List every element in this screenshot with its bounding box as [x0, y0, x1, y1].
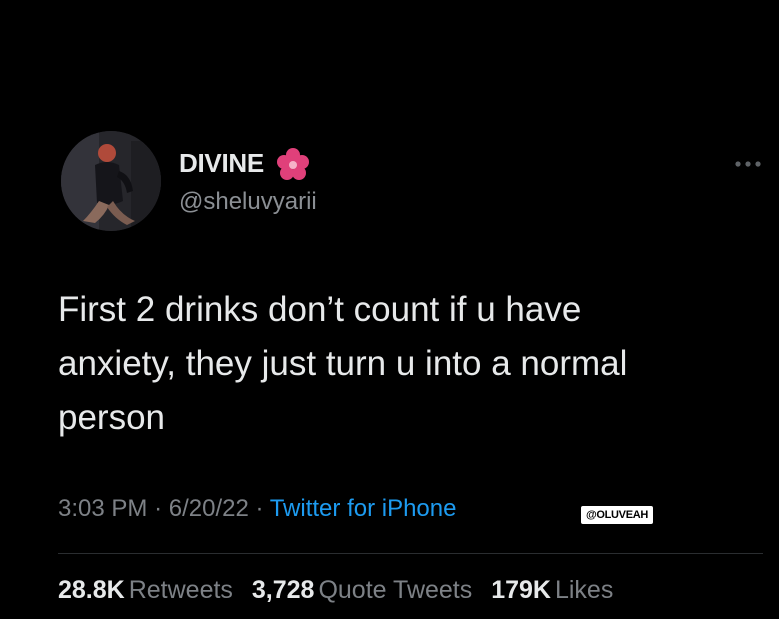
- avatar[interactable]: [61, 131, 161, 231]
- quote-tweets-stat[interactable]: 3,728 Quote Tweets: [252, 576, 472, 605]
- flower-icon: [277, 148, 309, 180]
- retweets-label: Retweets: [128, 576, 233, 604]
- more-icon[interactable]: [728, 152, 768, 176]
- likes-count: 179K: [491, 576, 551, 604]
- tweet-card: DIVINE @sheluvyarii First 2 drinks don’t…: [0, 0, 779, 619]
- author-display-name[interactable]: DIVINE: [179, 148, 264, 179]
- tweet-source-link[interactable]: Twitter for iPhone: [270, 495, 457, 522]
- author-handle[interactable]: @sheluvyarii: [179, 188, 317, 216]
- meta-separator: ·: [255, 495, 264, 522]
- tweet-stats: 28.8K Retweets 3,728 Quote Tweets 179K Like…: [58, 576, 625, 605]
- tweet-meta: 3:03 PM · 6/20/22 · Twitter for iPhone: [58, 495, 456, 523]
- retweets-count: 28.8K: [58, 576, 125, 604]
- retweets-stat[interactable]: 28.8K Retweets: [58, 576, 233, 605]
- likes-stat[interactable]: 179K Likes: [491, 576, 613, 605]
- quote-tweets-count: 3,728: [251, 576, 315, 604]
- watermark: @OLUVEAH: [581, 506, 653, 524]
- divider: [58, 553, 763, 554]
- tweet-date[interactable]: 6/20/22: [169, 495, 249, 522]
- likes-label: Likes: [554, 576, 614, 604]
- meta-separator: ·: [154, 495, 163, 522]
- avatar-image: [61, 131, 161, 231]
- quote-tweets-label: Quote Tweets: [318, 576, 473, 604]
- tweet-text: First 2 drinks don’t count if u have anx…: [58, 290, 628, 437]
- tweet-time[interactable]: 3:03 PM: [58, 495, 147, 522]
